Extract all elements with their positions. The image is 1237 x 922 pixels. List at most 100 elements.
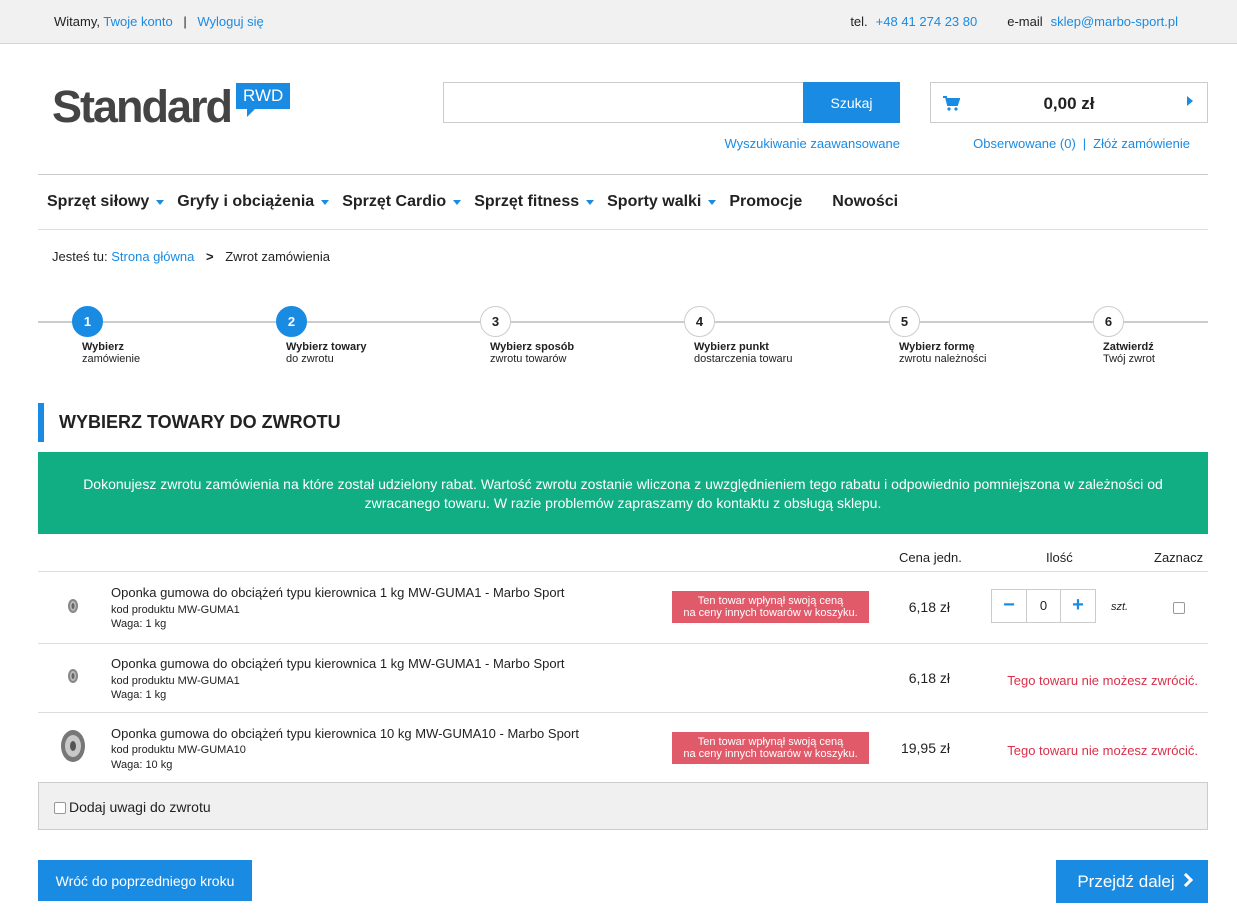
caret-down-icon xyxy=(156,199,165,205)
step-subtitle: zamówienie xyxy=(82,353,141,365)
product-code: kod produktu MW-GUMA10 xyxy=(111,744,246,756)
phone-link[interactable]: +48 41 274 23 80 xyxy=(876,14,978,29)
not-returnable-text: Tego towaru nie możesz zwrócić. xyxy=(1007,673,1198,688)
nav-item-bars-weights[interactable]: Gryfy i obciążenia xyxy=(177,193,330,211)
logo-badge: RWD xyxy=(236,83,291,117)
top-bar: Witamy, Twoje konto | Wyloguj się tel. +4… xyxy=(0,0,1237,44)
cart-arrow-icon xyxy=(1187,96,1193,106)
step-number: 6 xyxy=(1093,306,1124,337)
product-thumbnail xyxy=(68,669,78,683)
greeting-text: Witamy, xyxy=(54,14,100,29)
step-title: Wybierz sposób xyxy=(490,341,575,353)
logout-link[interactable]: Wyloguj się xyxy=(197,14,263,29)
qty-minus-button[interactable]: − xyxy=(992,590,1026,622)
cart-total: 0,00 zł xyxy=(1043,94,1095,113)
unit-price: 6,18 zł xyxy=(908,670,950,686)
notes-bar: Dodaj uwagi do zwrotu xyxy=(38,782,1208,830)
step-subtitle: zwrotu należności xyxy=(899,353,987,365)
nav-item-promotions[interactable]: Promocje xyxy=(729,193,802,211)
steps-line xyxy=(38,321,1208,323)
nav-item-fitness[interactable]: Sprzęt fitness xyxy=(474,193,595,211)
step-title: Wybierz punkt xyxy=(694,341,769,353)
product-code: kod produktu MW-GUMA1 xyxy=(111,675,240,687)
unit-label: szt. xyxy=(1111,601,1129,613)
next-button[interactable]: Przejdź dalej xyxy=(1056,860,1208,903)
add-notes-checkbox[interactable] xyxy=(54,802,66,814)
product-name: Oponka gumowa do obciążeń typu kierownic… xyxy=(111,726,579,741)
top-bar-contact: tel. +48 41 274 23 80 e-mail sklep@marbo-sp… xyxy=(850,14,1178,29)
main-nav: Sprzęt siłowy Gryfy i obciążenia Sprzęt … xyxy=(38,174,1208,230)
breadcrumb-current: Zwrot zamówienia xyxy=(225,249,330,264)
step-number: 5 xyxy=(889,306,920,337)
quantity-stepper: − 0 + xyxy=(991,589,1096,623)
header-qty: Ilość xyxy=(1046,550,1073,565)
price-influence-badge: Ten towar wpłynął swoją ceną na ceny inn… xyxy=(672,591,869,623)
back-button[interactable]: Wróć do poprzedniego kroku xyxy=(38,860,252,901)
breadcrumb-label: Jesteś tu: xyxy=(52,249,108,264)
table-row: Oponka gumowa do obciążeń typu kierownic… xyxy=(38,644,1208,713)
product-code: kod produktu MW-GUMA1 xyxy=(111,604,240,616)
separator: | xyxy=(183,14,187,29)
nav-item-combat[interactable]: Sporty walki xyxy=(607,193,717,211)
nav-item-cardio[interactable]: Sprzęt Cardio xyxy=(342,193,462,211)
step-title: Wybierz xyxy=(82,341,124,353)
header-price: Cena jedn. xyxy=(899,550,962,565)
account-link[interactable]: Twoje konto xyxy=(103,14,172,29)
caret-down-icon xyxy=(586,199,595,205)
search-button[interactable]: Szukaj xyxy=(803,82,900,123)
advanced-search-link[interactable]: Wyszukiwanie zaawansowane xyxy=(725,136,900,151)
table-header: Cena jedn. Ilość Zaznacz xyxy=(38,543,1208,572)
top-bar-user: Witamy, Twoje konto | Wyloguj się xyxy=(54,14,264,29)
product-thumbnail xyxy=(68,599,78,613)
header-select: Zaznacz xyxy=(1154,550,1204,565)
step-title: Wybierz formę xyxy=(899,341,975,353)
step-title: Wybierz towary xyxy=(286,341,367,353)
observed-link[interactable]: Obserwowane (0) xyxy=(973,136,1076,151)
step-number: 3 xyxy=(480,306,511,337)
caret-down-icon xyxy=(708,199,717,205)
separator: | xyxy=(1082,136,1087,151)
email-link[interactable]: sklep@marbo-sport.pl xyxy=(1051,14,1178,29)
discount-notice: Dokonujesz zwrotu zamówienia na które zo… xyxy=(38,452,1208,534)
place-order-link[interactable]: Złóż zamówienie xyxy=(1093,136,1190,151)
table-row: Oponka gumowa do obciążeń typu kierownic… xyxy=(38,713,1208,782)
logo-word: Standard xyxy=(52,81,233,132)
step-number: 1 xyxy=(72,306,103,337)
breadcrumb-separator: > xyxy=(206,249,214,264)
phone-label: tel. xyxy=(850,14,868,29)
breadcrumb: Jesteś tu: Strona główna > Zwrot zamówie… xyxy=(52,249,330,264)
caret-down-icon xyxy=(453,199,462,205)
product-name: Oponka gumowa do obciążeń typu kierownic… xyxy=(111,585,565,600)
step-title: Zatwierdź xyxy=(1103,341,1154,353)
step-number: 2 xyxy=(276,306,307,337)
breadcrumb-home[interactable]: Strona główna xyxy=(111,249,194,264)
price-influence-badge: Ten towar wpłynął swoją ceną na ceny inn… xyxy=(672,732,869,764)
nav-item-new[interactable]: Nowości xyxy=(832,193,898,211)
table-row: Oponka gumowa do obciążeń typu kierownic… xyxy=(38,572,1208,644)
step-subtitle: zwrotu towarów xyxy=(490,353,567,365)
product-weight: Waga: 1 kg xyxy=(111,618,167,630)
search-input[interactable] xyxy=(444,83,802,122)
section-title: WYBIERZ TOWARY DO ZWROTU xyxy=(38,403,341,442)
nav-item-strength[interactable]: Sprzęt siłowy xyxy=(47,193,165,211)
logo[interactable]: Standard RWD xyxy=(52,81,291,133)
product-thumbnail xyxy=(61,730,85,762)
chevron-right-icon xyxy=(1178,872,1194,888)
qty-input[interactable]: 0 xyxy=(1026,590,1061,622)
step-subtitle: Twój zwrot xyxy=(1103,353,1155,365)
next-button-label: Przejdź dalej xyxy=(1077,871,1175,891)
caret-down-icon xyxy=(321,199,330,205)
not-returnable-text: Tego towaru nie możesz zwrócić. xyxy=(1007,743,1198,758)
product-weight: Waga: 1 kg xyxy=(111,689,167,701)
email-label: e-mail xyxy=(1007,14,1043,29)
unit-price: 6,18 zł xyxy=(908,599,950,615)
select-checkbox[interactable] xyxy=(1173,602,1185,614)
cart-widget[interactable]: 0,00 zł xyxy=(930,82,1208,123)
qty-plus-button[interactable]: + xyxy=(1061,590,1095,622)
search-box: Szukaj xyxy=(443,82,900,123)
product-weight: Waga: 10 kg xyxy=(111,759,173,771)
step-number: 4 xyxy=(684,306,715,337)
unit-price: 19,95 zł xyxy=(900,740,950,756)
add-notes-label[interactable]: Dodaj uwagi do zwrotu xyxy=(69,799,211,815)
cart-links: Obserwowane (0) | Złóż zamówienie xyxy=(973,136,1190,151)
